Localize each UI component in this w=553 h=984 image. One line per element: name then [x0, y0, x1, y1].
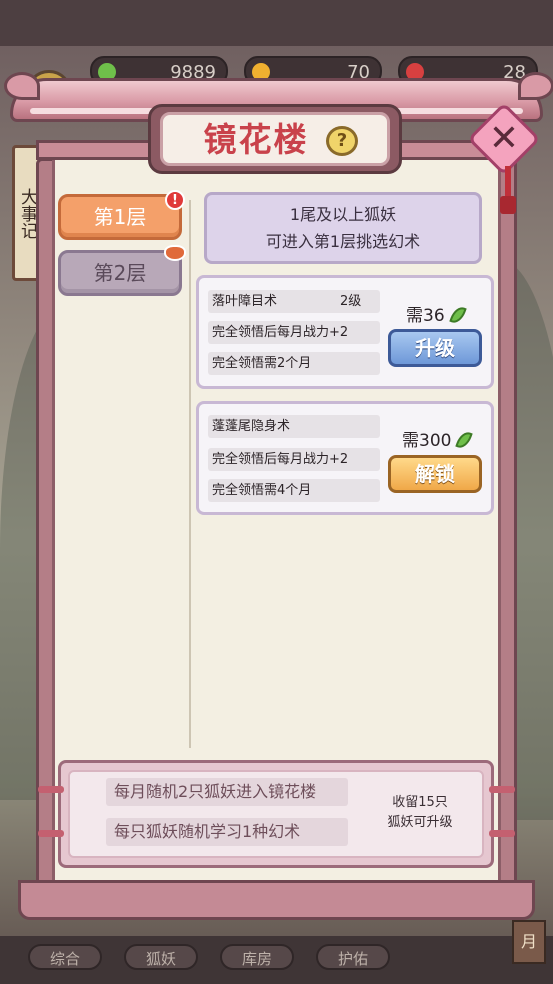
column-divider [189, 200, 191, 748]
floor-info-box: 1尾及以上狐妖 可进入第1层挑选幻术 [204, 192, 482, 264]
nav-fox[interactable]: 狐妖 [124, 944, 198, 970]
unlock-button[interactable]: 解锁 [388, 455, 482, 493]
skill-effect: 完全领悟后每月战力+2 [208, 448, 380, 471]
skill-cost: 需300 [402, 431, 452, 451]
help-icon[interactable]: ? [326, 126, 358, 156]
scroll-rod [489, 830, 515, 837]
fox-badge-icon [164, 245, 186, 261]
nav-general[interactable]: 综合 [28, 944, 102, 970]
tassel-end [500, 196, 516, 214]
tab-floor-2[interactable]: 第2层 [58, 250, 182, 296]
note-upgrade-hint: 收留15只 狐妖可升级 [370, 793, 470, 833]
note-line-2: 每只狐妖随机学习1种幻术 [106, 818, 348, 846]
skill-cost: 需36 [406, 306, 445, 326]
scroll-rod [489, 786, 515, 793]
skill-duration: 完全领悟需4个月 [208, 479, 380, 502]
note-hint-line1: 收留15只 [392, 795, 448, 810]
nav-blessing[interactable]: 护佑 [316, 944, 390, 970]
skill-duration: 完全领悟需2个月 [208, 352, 380, 375]
roof-tip-right [518, 72, 553, 100]
scroll-rod [38, 830, 64, 837]
tab-floor-1[interactable]: 第1层 [58, 194, 182, 240]
nav-storage[interactable]: 库房 [220, 944, 294, 970]
page-title: 镜花楼 [203, 120, 309, 159]
note-hint-line2: 狐妖可升级 [387, 815, 453, 830]
skill-level: 2级 [340, 294, 362, 309]
close-icon[interactable]: ✕ [478, 113, 530, 165]
scroll-rod [38, 786, 64, 793]
floor-info-line1: 1尾及以上狐妖 [289, 205, 397, 224]
skill-name: 蓬蓬尾隐身术 [208, 415, 380, 438]
skill-effect: 完全领悟后每月战力+2 [208, 321, 380, 344]
month-tab[interactable]: 月 [512, 920, 546, 964]
alert-badge: ! [165, 190, 185, 210]
top-bar [0, 0, 553, 46]
roof-tip-left [4, 72, 40, 100]
note-line-1: 每月随机2只狐妖进入镜花楼 [106, 778, 348, 806]
bottom-beam [18, 880, 535, 920]
upgrade-button[interactable]: 升级 [388, 329, 482, 367]
floor-info-line2: 可进入第1层挑选幻术 [265, 232, 421, 251]
